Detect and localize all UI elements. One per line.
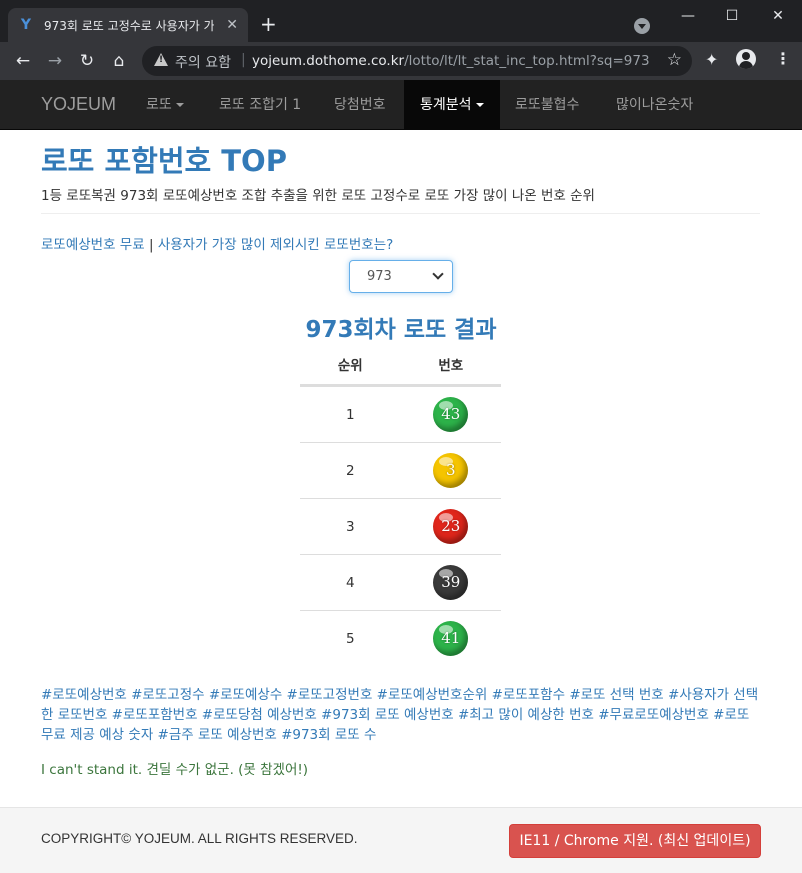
ball-number: 39 <box>441 573 461 591</box>
divider <box>41 213 760 214</box>
result-title: 973회차 로또 결과 <box>305 317 497 343</box>
caret-down-icon <box>475 103 484 107</box>
nav-item-lotto[interactable]: 로또 <box>131 80 199 130</box>
nav-item-winning-numbers[interactable]: 당첨번호 <box>319 80 401 130</box>
page-subtitle: 1등 로또복권 973회 로또예상번호 조합 추출을 위한 로또 고정수로 로또… <box>41 188 595 204</box>
table-row: 1 43 <box>300 386 501 442</box>
number-cell: 41 <box>401 621 502 656</box>
rank-cell: 5 <box>345 630 355 647</box>
browser-toolbar: ← → ↻ ⌂ 주의 요함 | yojeum.dothome.co.kr/lot… <box>0 42 802 80</box>
quote-text: I can't stand it. 견딜 수가 없군. (못 참겠어!) <box>41 762 309 778</box>
copyright-text: COPYRIGHT© YOJEUM. ALL RIGHTS RESERVED. <box>41 831 358 846</box>
back-arrow-icon[interactable]: ← <box>12 50 34 72</box>
number-cell: 3 <box>401 453 502 488</box>
lotto-ball: 41 <box>433 621 469 656</box>
tab-search-icon[interactable] <box>634 18 650 34</box>
nav-item-label: 로또 <box>146 97 172 113</box>
number-cell: 23 <box>401 509 502 544</box>
address-bar[interactable]: 주의 요함 | yojeum.dothome.co.kr/lotto/lt/lt… <box>142 46 692 76</box>
url-host: yojeum.dothome.co.kr <box>252 53 405 69</box>
rank-cell: 3 <box>345 518 355 535</box>
lotto-ball: 3 <box>433 453 469 488</box>
link-separator: | <box>148 237 154 253</box>
ball-number: 43 <box>441 405 461 423</box>
column-header-rank: 순위 <box>337 358 363 374</box>
lotto-ball: 23 <box>433 509 469 544</box>
maximize-button[interactable]: ☐ <box>716 4 748 28</box>
reload-icon[interactable]: ↻ <box>76 50 98 72</box>
chevron-down-icon <box>432 268 444 280</box>
nav-item-label: 로또 조합기 1 <box>219 97 302 113</box>
page-title: 로또 포함번호 TOP <box>41 144 287 178</box>
browser-support-button[interactable]: IE11 / Chrome 지원. (최신 업데이트) <box>509 824 761 858</box>
not-secure-warning-icon[interactable] <box>154 53 168 66</box>
nav-item-label: 통계분석 <box>420 97 472 113</box>
hashtag-list[interactable]: #로또예상번호 #로또고정수 #로또예상수 #로또고정번호 #로또예상번호순위 … <box>41 685 763 745</box>
table-row: 2 3 <box>300 442 501 498</box>
site-brand[interactable]: YOJEUM <box>41 94 116 115</box>
tab-title: 973회 로또 고정수로 사용자가 가장 <box>44 18 214 33</box>
nav-item-discord-numbers[interactable]: 로또불협수 <box>500 80 594 130</box>
browser-tab[interactable]: Y 973회 로또 고정수로 사용자가 가장 ✕ <box>8 8 248 42</box>
nav-item-combiner[interactable]: 로또 조합기 1 <box>204 80 316 130</box>
caret-down-icon <box>175 103 184 107</box>
number-cell: 39 <box>401 565 502 600</box>
round-select[interactable]: 973 <box>349 260 453 293</box>
site-navbar: YOJEUM 로또 로또 조합기 1 당첨번호 통계분석 로또불협수 많이나온숫… <box>0 80 802 130</box>
browser-menu-icon[interactable]: ⋮ <box>775 49 791 68</box>
number-cell: 43 <box>401 397 502 432</box>
free-prediction-link[interactable]: 로또예상번호 무료 <box>41 237 145 253</box>
ball-number: 23 <box>441 517 461 535</box>
bookmark-star-icon[interactable]: ☆ <box>667 50 682 70</box>
url-text[interactable]: yojeum.dothome.co.kr/lotto/lt/lt_stat_in… <box>252 53 650 69</box>
rank-table: 순위 번호 1 43 2 3 3 23 4 39 5 41 <box>300 350 501 666</box>
related-links: 로또예상번호 무료 | 사용자가 가장 많이 제외시킨 로또번호는? <box>41 233 393 253</box>
minimize-button[interactable]: — <box>672 4 704 28</box>
table-row: 5 41 <box>300 610 501 666</box>
nav-item-frequent-numbers[interactable]: 많이나온숫자 <box>601 80 708 130</box>
new-tab-button[interactable]: + <box>260 12 277 36</box>
page-footer: COPYRIGHT© YOJEUM. ALL RIGHTS RESERVED. … <box>0 807 802 873</box>
url-separator: | <box>241 52 246 68</box>
lotto-ball: 39 <box>433 565 469 600</box>
tab-close-icon[interactable]: ✕ <box>226 17 238 33</box>
nav-item-label: 로또불협수 <box>515 97 580 113</box>
lotto-ball: 43 <box>433 397 469 432</box>
column-header-number: 번호 <box>438 358 464 374</box>
rank-cell: 2 <box>345 462 355 479</box>
not-secure-label[interactable]: 주의 요함 <box>175 52 231 72</box>
close-window-button[interactable]: ✕ <box>762 4 794 28</box>
most-excluded-link[interactable]: 사용자가 가장 많이 제외시킨 로또번호는? <box>158 237 393 253</box>
browser-titlebar: Y 973회 로또 고정수로 사용자가 가장 ✕ + — ☐ ✕ <box>0 0 802 42</box>
site-favicon-icon: Y <box>20 17 32 33</box>
ball-number: 3 <box>445 461 456 479</box>
rank-cell: 4 <box>345 574 355 591</box>
nav-item-statistics[interactable]: 통계분석 <box>404 80 500 130</box>
nav-item-label: 많이나온숫자 <box>616 97 694 113</box>
home-icon[interactable]: ⌂ <box>108 50 130 72</box>
nav-item-label: 당첨번호 <box>334 97 386 113</box>
rank-cell: 1 <box>345 406 355 423</box>
table-row: 4 39 <box>300 554 501 610</box>
extensions-puzzle-icon[interactable]: ✦ <box>705 50 718 69</box>
profile-avatar-icon[interactable] <box>736 49 756 69</box>
table-header: 순위 번호 <box>300 350 501 386</box>
ball-number: 41 <box>441 629 461 647</box>
round-select-value: 973 <box>367 269 392 284</box>
forward-arrow-icon[interactable]: → <box>44 50 66 72</box>
url-path: /lotto/lt/lt_stat_inc_top.html?sq=973 <box>404 53 650 69</box>
table-row: 3 23 <box>300 498 501 554</box>
